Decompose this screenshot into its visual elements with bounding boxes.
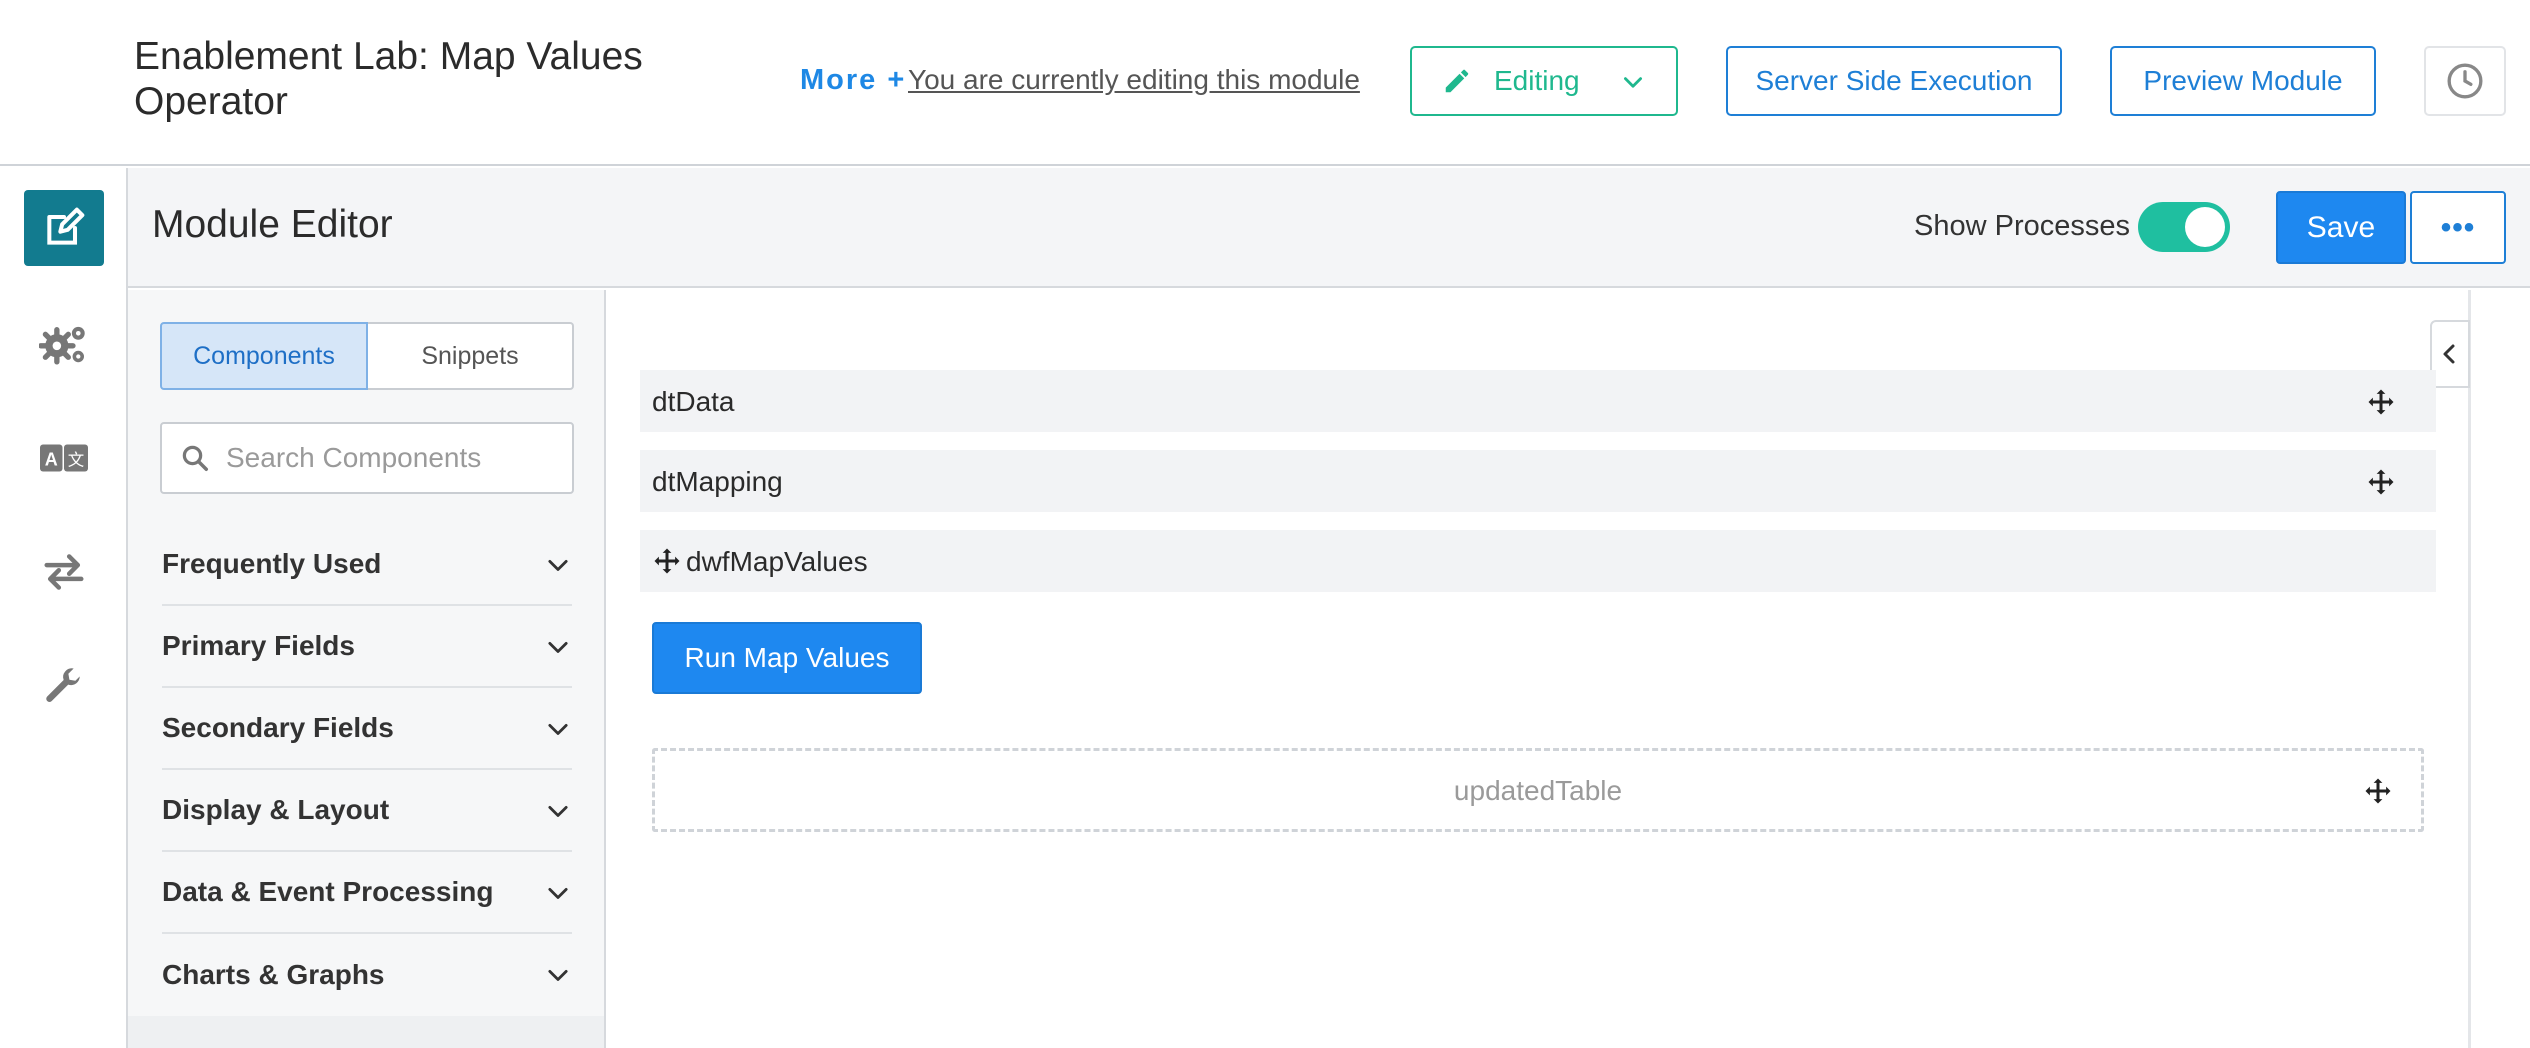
category-label: Display & Layout	[162, 794, 390, 825]
clock-icon	[2447, 63, 2483, 99]
category-frequently-used[interactable]: Frequently Used	[162, 524, 572, 606]
component-label: dwfMapValues	[686, 546, 868, 577]
editing-dropdown-button[interactable]: Editing	[1410, 46, 1678, 116]
pencil-icon	[1445, 69, 1469, 93]
panel-header: Components Snippets	[128, 290, 604, 524]
module-title: Enablement Lab: Map Values Operator	[134, 35, 643, 123]
tab-components[interactable]: Components	[160, 322, 368, 390]
editing-note-link[interactable]: You are currently editing this module	[908, 64, 1360, 96]
rail-exchange-button[interactable]	[24, 534, 104, 610]
exchange-icon	[44, 554, 84, 590]
chevron-down-icon	[548, 723, 568, 735]
category-charts-graphs[interactable]: Charts & Graphs	[162, 934, 572, 1016]
server-side-execution-button[interactable]: Server Side Execution	[1726, 46, 2062, 116]
chevron-down-icon	[548, 805, 568, 817]
history-button[interactable]	[2424, 46, 2506, 116]
category-label: Charts & Graphs	[162, 959, 385, 990]
category-primary-fields[interactable]: Primary Fields	[162, 606, 572, 688]
show-processes-toggle[interactable]	[2138, 202, 2230, 252]
chevron-down-icon	[548, 887, 568, 899]
category-label: Frequently Used	[162, 548, 382, 579]
move-icon[interactable]	[2366, 387, 2396, 417]
preview-module-button[interactable]: Preview Module	[2110, 46, 2376, 116]
chevron-down-icon	[1624, 77, 1642, 88]
editing-label: Editing	[1494, 65, 1580, 96]
edit-icon	[47, 207, 85, 245]
more-options-button[interactable]: •••	[2410, 191, 2506, 264]
category-data-event-processing[interactable]: Data & Event Processing	[162, 852, 572, 934]
chevron-down-icon	[548, 969, 568, 981]
top-header: Enablement Lab: Map Values Operator More…	[0, 0, 2530, 166]
component-row-dwfmapvalues[interactable]: dwfMapValues	[640, 530, 2436, 592]
component-label: dtMapping	[652, 466, 783, 497]
collapse-panel-button[interactable]	[2430, 320, 2470, 388]
components-panel: Components Snippets Frequently Used Prim…	[128, 290, 606, 1048]
tab-snippets[interactable]: Snippets	[368, 322, 574, 390]
rail-translate-button[interactable]: A 文	[24, 420, 104, 496]
panel-tabs: Components Snippets	[160, 322, 574, 390]
move-icon[interactable]	[2366, 467, 2396, 497]
category-secondary-fields[interactable]: Secondary Fields	[162, 688, 572, 770]
category-list: Frequently Used Primary Fields Secondary…	[128, 524, 604, 1016]
editor-title: Module Editor	[152, 203, 393, 246]
rail-tools-button[interactable]	[24, 648, 104, 724]
component-label: dtData	[652, 386, 735, 417]
svg-text:A: A	[45, 450, 58, 470]
chevron-down-icon	[548, 559, 568, 571]
chevron-left-icon	[2443, 344, 2455, 364]
placeholder-label: updatedTable	[1453, 775, 1623, 806]
left-rail: A 文	[0, 168, 128, 1048]
gears-icon	[39, 326, 85, 365]
component-row-dtdata[interactable]: dtData	[640, 370, 2436, 432]
category-label: Data & Event Processing	[162, 876, 494, 907]
component-row-dtmapping[interactable]: dtMapping	[640, 450, 2436, 512]
rail-edit-button[interactable]	[24, 190, 104, 266]
component-search[interactable]	[160, 422, 574, 494]
svg-text:文: 文	[68, 451, 85, 470]
move-icon[interactable]	[652, 546, 682, 576]
toggle-knob	[2185, 207, 2225, 247]
wrench-icon	[46, 668, 81, 702]
more-link[interactable]: More +	[800, 64, 906, 97]
rail-settings-button[interactable]	[24, 306, 104, 382]
save-button[interactable]: Save	[2276, 191, 2406, 264]
show-processes-label: Show Processes	[1914, 210, 2130, 242]
chevron-down-icon	[548, 641, 568, 653]
search-input[interactable]	[226, 442, 546, 474]
category-display-layout[interactable]: Display & Layout	[162, 770, 572, 852]
category-label: Primary Fields	[162, 630, 355, 661]
canvas-right-border	[2468, 290, 2530, 1048]
updated-table-placeholder[interactable]: updatedTable	[652, 748, 2424, 832]
translate-icon: A 文	[40, 444, 88, 472]
run-map-values-button[interactable]: Run Map Values	[652, 622, 922, 694]
category-label: Secondary Fields	[162, 712, 394, 743]
move-icon[interactable]	[2363, 776, 2393, 806]
module-editor-bar: Module Editor Show Processes Save •••	[128, 168, 2530, 288]
search-icon	[182, 445, 208, 471]
